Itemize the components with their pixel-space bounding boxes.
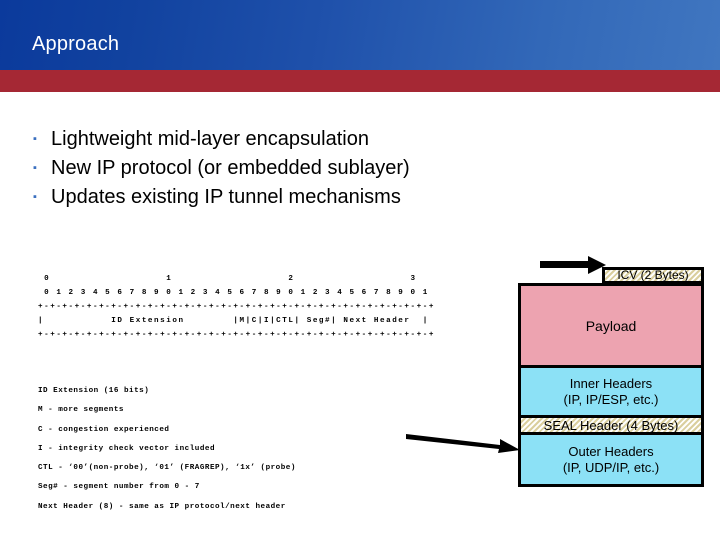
inner-headers-label-line1: Inner Headers	[569, 375, 653, 391]
bullet-marker-icon: ▪	[33, 191, 37, 203]
arrow-to-icv-icon	[540, 256, 606, 274]
inner-headers-box: Inner Headers (IP, IP/ESP, etc.)	[518, 368, 704, 418]
icv-label: ICV (2 Bytes)	[617, 268, 689, 282]
inner-headers-label-line2: (IP, IP/ESP, etc.)	[563, 391, 659, 407]
payload-box: Payload	[518, 283, 704, 368]
bullet-text: New IP protocol (or embedded sublayer)	[51, 157, 410, 179]
list-item: ▪ Lightweight mid-layer encapsulation	[33, 128, 553, 157]
bullet-text: Lightweight mid-layer encapsulation	[51, 128, 369, 150]
arrow-to-seal-header-icon	[406, 434, 520, 453]
bullet-list: ▪ Lightweight mid-layer encapsulation ▪ …	[33, 128, 553, 215]
bullet-text: Updates existing IP tunnel mechanisms	[51, 186, 401, 208]
outer-headers-label-line2: (IP, UDP/IP, etc.)	[562, 459, 660, 475]
list-item: ▪ Updates existing IP tunnel mechanisms	[33, 186, 553, 215]
field-legend: ID Extension (16 bits) M - more segments…	[38, 387, 296, 511]
packet-format-diagram: 0 1 2 3 0 1 2 3 4 5 6 7 8 9 0 1 2 3 4 5 …	[38, 275, 435, 339]
packet-stack-diagram: Payload Inner Headers (IP, IP/ESP, etc.)…	[518, 283, 704, 487]
seal-header-label: SEAL Header (4 Bytes)	[543, 417, 679, 433]
seal-header-box: SEAL Header (4 Bytes)	[518, 418, 704, 435]
payload-label: Payload	[585, 317, 637, 334]
list-item: ▪ New IP protocol (or embedded sublayer)	[33, 157, 553, 186]
outer-headers-box: Outer Headers (IP, UDP/IP, etc.)	[518, 435, 704, 487]
icv-box: ICV (2 Bytes)	[602, 267, 704, 284]
bullet-marker-icon: ▪	[33, 162, 37, 174]
page-title: Approach	[32, 33, 120, 55]
header-accent-rule	[0, 70, 720, 92]
outer-headers-label-line1: Outer Headers	[568, 443, 654, 459]
slide-header: Approach	[0, 0, 720, 70]
bullet-marker-icon: ▪	[33, 133, 37, 145]
